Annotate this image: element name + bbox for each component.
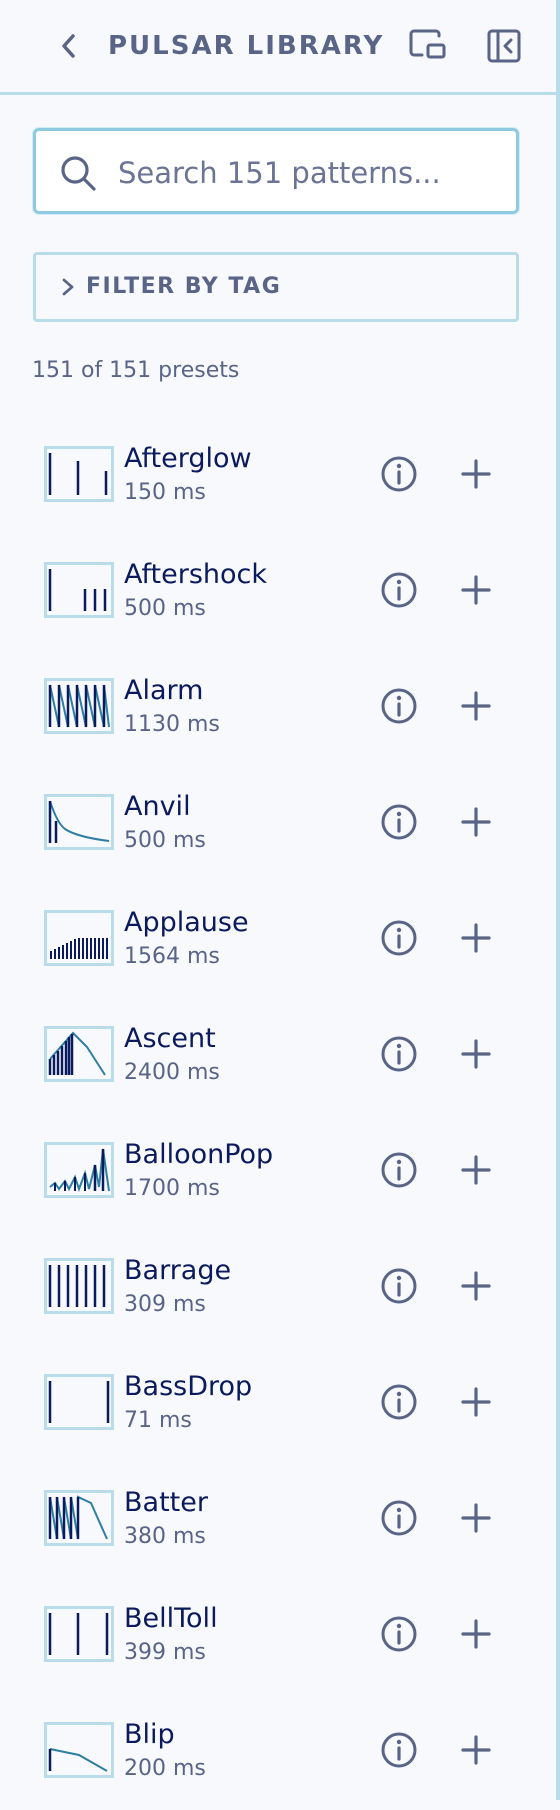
picture-in-picture-button[interactable] bbox=[408, 26, 448, 66]
search-icon bbox=[61, 156, 96, 191]
preset-duration: 150 ms bbox=[124, 480, 206, 505]
waveform-thumbnail bbox=[44, 678, 114, 734]
preset-duration: 399 ms bbox=[124, 1640, 206, 1665]
list-item[interactable]: Barrage 309 ms bbox=[0, 1230, 556, 1346]
list-item[interactable]: Afterglow 150 ms bbox=[0, 418, 556, 534]
preset-duration: 1130 ms bbox=[124, 712, 220, 737]
preset-duration: 1564 ms bbox=[124, 944, 220, 969]
preset-name: Blip bbox=[124, 1719, 175, 1750]
list-item[interactable]: BassDrop 71 ms bbox=[0, 1346, 556, 1462]
preset-name: BassDrop bbox=[124, 1371, 253, 1402]
list-item[interactable]: Ascent 2400 ms bbox=[0, 998, 556, 1114]
waveform-thumbnail bbox=[44, 1258, 114, 1314]
preset-duration: 2400 ms bbox=[124, 1060, 220, 1085]
preset-name: Afterglow bbox=[124, 443, 252, 474]
preset-name: Alarm bbox=[124, 675, 204, 706]
info-icon[interactable] bbox=[379, 570, 419, 610]
preset-duration: 500 ms bbox=[124, 828, 206, 853]
add-icon[interactable] bbox=[456, 802, 496, 842]
waveform-thumbnail bbox=[44, 446, 114, 502]
page-title: PULSAR LIBRARY bbox=[108, 31, 385, 61]
preset-duration: 380 ms bbox=[124, 1524, 206, 1549]
waveform-thumbnail bbox=[44, 562, 114, 618]
preset-list: Afterglow 150 ms Aftershock 500 ms Alarm… bbox=[0, 418, 556, 1810]
add-icon[interactable] bbox=[456, 1150, 496, 1190]
info-icon[interactable] bbox=[379, 802, 419, 842]
waveform-thumbnail bbox=[44, 1490, 114, 1546]
preset-name: Batter bbox=[124, 1487, 208, 1518]
filter-label: FILTER BY TAG bbox=[86, 274, 282, 299]
preset-name: Barrage bbox=[124, 1255, 232, 1286]
collapse-panel-icon bbox=[487, 29, 521, 63]
waveform-thumbnail bbox=[44, 794, 114, 850]
waveform-thumbnail bbox=[44, 1374, 114, 1430]
picture-in-picture-icon bbox=[409, 29, 446, 59]
add-icon[interactable] bbox=[456, 1382, 496, 1422]
preset-duration: 71 ms bbox=[124, 1408, 192, 1433]
info-icon[interactable] bbox=[379, 454, 419, 494]
info-icon[interactable] bbox=[379, 1498, 419, 1538]
preset-duration: 309 ms bbox=[124, 1292, 206, 1317]
add-icon[interactable] bbox=[456, 1730, 496, 1770]
info-icon[interactable] bbox=[379, 1266, 419, 1306]
search-input[interactable] bbox=[116, 145, 510, 201]
preset-name: BalloonPop bbox=[124, 1139, 274, 1170]
waveform-thumbnail bbox=[44, 1142, 114, 1198]
preset-name: Anvil bbox=[124, 791, 191, 822]
info-icon[interactable] bbox=[379, 1730, 419, 1770]
add-icon[interactable] bbox=[456, 686, 496, 726]
waveform-thumbnail bbox=[44, 910, 114, 966]
add-icon[interactable] bbox=[456, 1266, 496, 1306]
list-item[interactable]: Blip 200 ms bbox=[0, 1694, 556, 1810]
list-item[interactable]: Applause 1564 ms bbox=[0, 882, 556, 998]
list-item[interactable]: Alarm 1130 ms bbox=[0, 650, 556, 766]
preset-duration: 500 ms bbox=[124, 596, 206, 621]
preset-name: Applause bbox=[124, 907, 249, 938]
search-box bbox=[33, 128, 519, 214]
info-icon[interactable] bbox=[379, 1150, 419, 1190]
list-item[interactable]: BalloonPop 1700 ms bbox=[0, 1114, 556, 1230]
waveform-thumbnail bbox=[44, 1722, 114, 1778]
preset-name: Aftershock bbox=[124, 559, 268, 590]
filter-by-tag-toggle[interactable]: FILTER BY TAG bbox=[33, 252, 519, 322]
add-icon[interactable] bbox=[456, 1034, 496, 1074]
info-icon[interactable] bbox=[379, 1614, 419, 1654]
preset-duration: 200 ms bbox=[124, 1756, 206, 1781]
info-icon[interactable] bbox=[379, 1382, 419, 1422]
waveform-thumbnail bbox=[44, 1026, 114, 1082]
waveform-thumbnail bbox=[44, 1606, 114, 1662]
preset-name: Ascent bbox=[124, 1023, 216, 1054]
back-button[interactable] bbox=[52, 26, 86, 66]
panel-header: PULSAR LIBRARY bbox=[0, 0, 556, 95]
list-item[interactable]: BellToll 399 ms bbox=[0, 1578, 556, 1694]
add-icon[interactable] bbox=[456, 570, 496, 610]
list-item[interactable]: Aftershock 500 ms bbox=[0, 534, 556, 650]
preset-count: 151 of 151 presets bbox=[32, 358, 240, 383]
add-icon[interactable] bbox=[456, 454, 496, 494]
info-icon[interactable] bbox=[379, 1034, 419, 1074]
library-panel: PULSAR LIBRARY FILTER BY TAG 151 of 1 bbox=[0, 0, 560, 1800]
chevron-right-icon bbox=[62, 278, 74, 296]
info-icon[interactable] bbox=[379, 686, 419, 726]
list-item[interactable]: Batter 380 ms bbox=[0, 1462, 556, 1578]
info-icon[interactable] bbox=[379, 918, 419, 958]
add-icon[interactable] bbox=[456, 918, 496, 958]
add-icon[interactable] bbox=[456, 1614, 496, 1654]
add-icon[interactable] bbox=[456, 1498, 496, 1538]
list-item[interactable]: Anvil 500 ms bbox=[0, 766, 556, 882]
collapse-panel-button[interactable] bbox=[484, 26, 524, 66]
preset-duration: 1700 ms bbox=[124, 1176, 220, 1201]
chevron-left-icon bbox=[62, 34, 75, 58]
preset-name: BellToll bbox=[124, 1603, 218, 1634]
